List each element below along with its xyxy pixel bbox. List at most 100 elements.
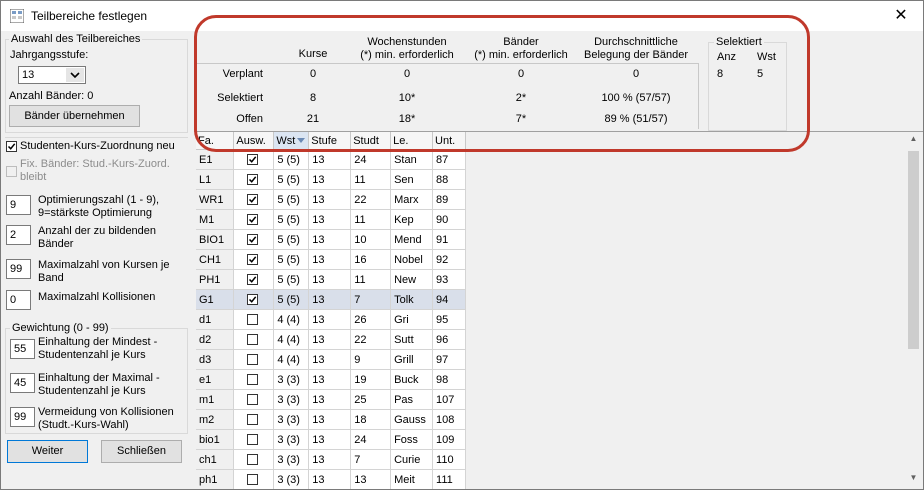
unt-cell[interactable]: 92 — [432, 249, 466, 270]
ausw-cell[interactable] — [233, 209, 275, 230]
wst-cell[interactable]: 3 (3) — [273, 369, 310, 390]
ausw-cell[interactable] — [233, 469, 275, 489]
fa-cell[interactable]: ph1 — [196, 469, 235, 489]
column-header-wst[interactable]: Wst — [273, 132, 310, 150]
fa-cell[interactable]: BIO1 — [196, 229, 235, 250]
wst-cell[interactable]: 5 (5) — [273, 229, 310, 250]
stufe-cell[interactable]: 13 — [308, 149, 352, 170]
le-cell[interactable]: New — [390, 269, 434, 290]
scrollbar-thumb[interactable] — [908, 151, 919, 349]
wst-cell[interactable]: 3 (3) — [273, 409, 310, 430]
baender-uebernehmen-button[interactable]: Bänder übernehmen — [9, 105, 140, 127]
unt-cell[interactable]: 98 — [432, 369, 466, 390]
studt-cell[interactable]: 10 — [350, 229, 392, 250]
wst-cell[interactable]: 4 (4) — [273, 329, 310, 350]
studt-cell[interactable]: 22 — [350, 189, 392, 210]
le-cell[interactable]: Stan — [390, 149, 434, 170]
ausw-checkbox[interactable] — [247, 214, 259, 225]
scroll-up-icon[interactable]: ▲ — [905, 134, 922, 148]
stufe-cell[interactable]: 13 — [308, 429, 352, 450]
table-row[interactable]: ph1 3 (3) 13 13 Meit 111 — [196, 469, 466, 489]
close-icon[interactable]: ✕ — [879, 1, 923, 31]
unt-cell[interactable]: 107 — [432, 389, 466, 410]
ausw-checkbox[interactable] — [247, 254, 259, 265]
wst-cell[interactable]: 3 (3) — [273, 449, 310, 470]
stufe-cell[interactable]: 13 — [308, 189, 352, 210]
unt-cell[interactable]: 95 — [432, 309, 466, 330]
unt-cell[interactable]: 110 — [432, 449, 466, 470]
studt-cell[interactable]: 11 — [350, 169, 392, 190]
studt-cell[interactable]: 11 — [350, 269, 392, 290]
max-kurse-input[interactable]: 99 — [6, 259, 31, 279]
ausw-checkbox[interactable] — [247, 434, 259, 445]
le-cell[interactable]: Marx — [390, 189, 434, 210]
unt-cell[interactable]: 88 — [432, 169, 466, 190]
fa-cell[interactable]: L1 — [196, 169, 235, 190]
studt-cell[interactable]: 18 — [350, 409, 392, 430]
table-row[interactable]: WR1 5 (5) 13 22 Marx 89 — [196, 189, 466, 210]
le-cell[interactable]: Nobel — [390, 249, 434, 270]
fa-cell[interactable]: ch1 — [196, 449, 235, 470]
scroll-down-icon[interactable]: ▼ — [905, 473, 922, 487]
ausw-checkbox[interactable] — [247, 334, 259, 345]
jahrgang-select[interactable]: 13 — [18, 66, 86, 84]
unt-cell[interactable]: 94 — [432, 289, 466, 310]
ausw-cell[interactable] — [233, 249, 275, 270]
unt-cell[interactable]: 96 — [432, 329, 466, 350]
ausw-checkbox[interactable] — [247, 194, 259, 205]
studt-cell[interactable]: 25 — [350, 389, 392, 410]
stufe-cell[interactable]: 13 — [308, 369, 352, 390]
ausw-checkbox[interactable] — [247, 154, 259, 165]
ausw-cell[interactable] — [233, 429, 275, 450]
studt-cell[interactable]: 13 — [350, 469, 392, 489]
unt-cell[interactable]: 109 — [432, 429, 466, 450]
fa-cell[interactable]: d2 — [196, 329, 235, 350]
studt-cell[interactable]: 11 — [350, 209, 392, 230]
le-cell[interactable]: Mend — [390, 229, 434, 250]
fa-cell[interactable]: M1 — [196, 209, 235, 230]
le-cell[interactable]: Foss — [390, 429, 434, 450]
le-cell[interactable]: Meit — [390, 469, 434, 489]
ausw-checkbox[interactable] — [247, 274, 259, 285]
stufe-cell[interactable]: 13 — [308, 329, 352, 350]
fa-cell[interactable]: d3 — [196, 349, 235, 370]
ausw-checkbox[interactable] — [247, 474, 259, 485]
stufe-cell[interactable]: 13 — [308, 469, 352, 489]
stufe-cell[interactable]: 13 — [308, 229, 352, 250]
ausw-cell[interactable] — [233, 289, 275, 310]
wst-cell[interactable]: 4 (4) — [273, 349, 310, 370]
le-cell[interactable]: Gri — [390, 309, 434, 330]
studt-cell[interactable]: 24 — [350, 429, 392, 450]
stufe-cell[interactable]: 13 — [308, 449, 352, 470]
ausw-cell[interactable] — [233, 229, 275, 250]
le-cell[interactable]: Sen — [390, 169, 434, 190]
fa-cell[interactable]: PH1 — [196, 269, 235, 290]
table-row[interactable]: PH1 5 (5) 13 11 New 93 — [196, 269, 466, 290]
ausw-checkbox[interactable] — [247, 234, 259, 245]
le-cell[interactable]: Curie — [390, 449, 434, 470]
column-header-ausw[interactable]: Ausw. — [233, 132, 275, 150]
column-header-fa[interactable]: Fa. — [196, 132, 235, 150]
unt-cell[interactable]: 89 — [432, 189, 466, 210]
ausw-cell[interactable] — [233, 149, 275, 170]
ausw-checkbox[interactable] — [247, 354, 259, 365]
fa-cell[interactable]: G1 — [196, 289, 235, 310]
max-kollisionen-input[interactable]: 0 — [6, 290, 31, 310]
table-row[interactable]: bio1 3 (3) 13 24 Foss 109 — [196, 429, 466, 450]
table-row[interactable]: d3 4 (4) 13 9 Grill 97 — [196, 349, 466, 370]
fa-cell[interactable]: m1 — [196, 389, 235, 410]
fa-cell[interactable]: m2 — [196, 409, 235, 430]
stufe-cell[interactable]: 13 — [308, 289, 352, 310]
ausw-checkbox[interactable] — [247, 294, 259, 305]
unt-cell[interactable]: 111 — [432, 469, 466, 489]
wst-cell[interactable]: 5 (5) — [273, 189, 310, 210]
wst-cell[interactable]: 5 (5) — [273, 169, 310, 190]
le-cell[interactable]: Gauss — [390, 409, 434, 430]
stufe-cell[interactable]: 13 — [308, 169, 352, 190]
chevron-down-icon[interactable] — [66, 68, 84, 82]
wst-cell[interactable]: 3 (3) — [273, 429, 310, 450]
mindest-gewicht-input[interactable]: 55 — [10, 339, 35, 359]
unt-cell[interactable]: 97 — [432, 349, 466, 370]
le-cell[interactable]: Sutt — [390, 329, 434, 350]
table-row[interactable]: m1 3 (3) 13 25 Pas 107 — [196, 389, 466, 410]
